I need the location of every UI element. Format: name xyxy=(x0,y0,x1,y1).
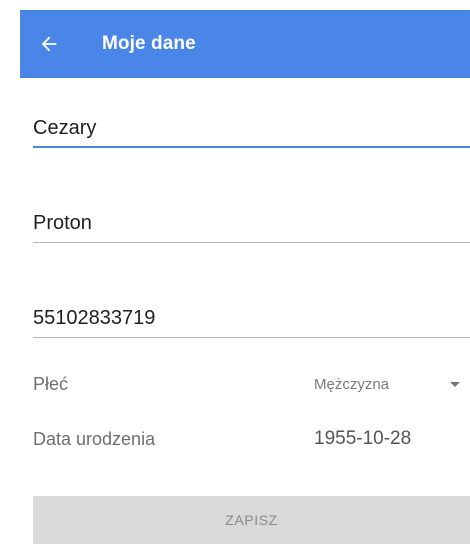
last-name-field[interactable] xyxy=(33,203,470,243)
pesel-underline xyxy=(33,337,470,338)
gender-label: Płeć xyxy=(33,373,69,394)
app-bar: Moje dane xyxy=(20,10,470,78)
birth-date-value[interactable]: 1955-10-28 xyxy=(314,428,411,450)
last-name-underline xyxy=(33,242,470,243)
page-title: Moje dane xyxy=(102,33,196,54)
first-name-field[interactable] xyxy=(33,108,470,148)
pesel-field[interactable] xyxy=(33,298,470,338)
birth-date-row: Data urodzenia 1955-10-28 xyxy=(33,424,470,454)
gender-select[interactable]: Mężczyzna xyxy=(314,369,470,399)
pesel-field-container xyxy=(33,298,470,338)
my-data-screen: Moje dane Płeć Mężczyzna Data urodzenia … xyxy=(0,0,470,544)
gender-selected-value: Mężczyzna xyxy=(314,375,390,393)
arrow-left-icon xyxy=(41,36,57,52)
back-button[interactable] xyxy=(20,10,78,78)
caret-down-icon xyxy=(450,382,460,387)
last-name-field-container xyxy=(33,203,470,243)
first-name-field-container xyxy=(33,108,470,148)
birth-date-label: Data urodzenia xyxy=(33,428,156,449)
save-button[interactable]: ZAPISZ xyxy=(33,496,470,544)
gender-row: Płeć Mężczyzna xyxy=(33,369,470,399)
first-name-underline xyxy=(33,146,470,148)
